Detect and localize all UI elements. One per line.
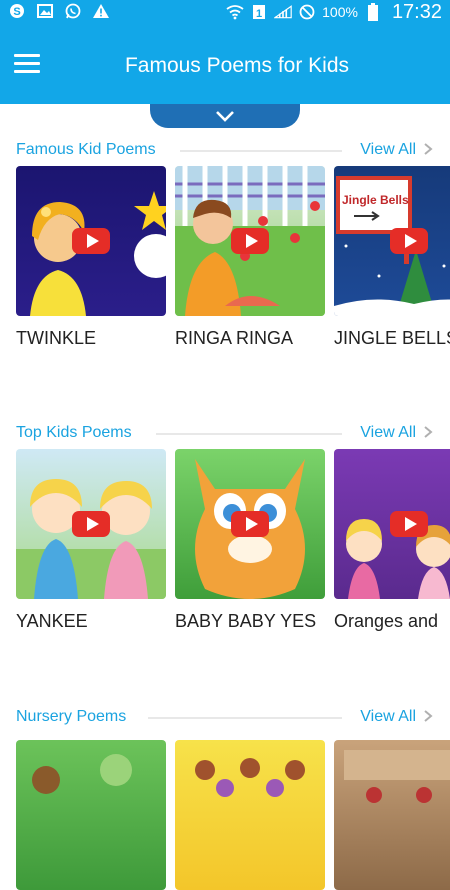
- poem-card[interactable]: [175, 740, 325, 890]
- section-famous-kid-poems: Famous Kid Poems View All TWINKLE RINGA …: [0, 136, 450, 348]
- section-header: Nursery Poems View All: [0, 703, 450, 733]
- poem-card-baby-baby-yes[interactable]: BABY BABY YES: [175, 449, 325, 632]
- wifi-icon: [226, 3, 244, 21]
- poem-card[interactable]: [334, 740, 450, 890]
- poem-thumbnail: [175, 449, 325, 599]
- image-icon: [36, 2, 54, 20]
- no-sound-icon: [298, 3, 316, 21]
- poem-thumbnail: Jingle Bells: [334, 166, 450, 316]
- chevron-right-icon: [424, 710, 433, 722]
- card-row: YANKEE BABY BABY YES Oranges and: [16, 449, 450, 632]
- skype-icon: S: [8, 2, 26, 20]
- chevron-right-icon: [424, 426, 433, 438]
- card-row: [16, 740, 450, 890]
- play-icon: [72, 228, 110, 254]
- battery-percent: 100%: [322, 4, 358, 20]
- poem-title: BABY BABY YES: [175, 611, 317, 631]
- poem-title: TWINKLE: [16, 328, 97, 348]
- poem-title: Oranges and: [334, 611, 439, 631]
- poem-thumbnail: [175, 166, 325, 316]
- chevron-down-icon: [216, 111, 234, 122]
- section-top-kids-poems: Top Kids Poems View All YANKEE BABY BABY…: [0, 419, 450, 631]
- view-all-link[interactable]: View All: [360, 141, 416, 159]
- signal-icon: [274, 3, 292, 21]
- view-all-link[interactable]: View All: [360, 424, 416, 442]
- section-title: Nursery Poems: [16, 708, 127, 725]
- section-header: Top Kids Poems View All: [0, 419, 450, 449]
- expand-tab[interactable]: [150, 104, 300, 128]
- warning-icon: [92, 2, 110, 20]
- poem-title: RINGA RINGA: [175, 328, 294, 348]
- poem-thumbnail: [334, 740, 450, 890]
- poem-title: YANKEE: [16, 611, 88, 631]
- poem-thumbnail: [16, 449, 166, 599]
- play-icon: [231, 228, 269, 254]
- poem-thumbnail: [16, 166, 166, 316]
- sim-icon: 1: [250, 3, 268, 21]
- clock: 17:32: [391, 0, 442, 23]
- app-bar: Famous Poems for Kids: [0, 24, 450, 104]
- poem-card-twinkle[interactable]: TWINKLE: [16, 166, 166, 349]
- section-divider: [148, 717, 342, 719]
- section-title: Famous Kid Poems: [16, 141, 156, 158]
- poem-card-yankee[interactable]: YANKEE: [16, 449, 166, 632]
- play-icon: [390, 511, 428, 537]
- section-divider: [180, 150, 342, 152]
- poem-thumbnail: [175, 740, 325, 890]
- battery-icon: [364, 3, 382, 21]
- card-row: TWINKLE RINGA RINGA Jingle Bells JINGLE …: [16, 166, 450, 349]
- thumbnail-caption: Jingle Bells: [342, 193, 409, 207]
- status-bar: S 1 100% 17:32: [0, 0, 450, 24]
- page-title: Famous Poems for Kids: [124, 54, 350, 77]
- poem-card-oranges-and[interactable]: Oranges and: [334, 449, 450, 632]
- section-title: Top Kids Poems: [16, 424, 132, 441]
- play-icon: [390, 228, 428, 254]
- svg-text:S: S: [13, 6, 20, 18]
- poem-title: JINGLE BELLS: [334, 328, 450, 348]
- poem-thumbnail: [16, 740, 166, 890]
- section-nursery-poems: Nursery Poems View All: [0, 703, 450, 890]
- poem-card-ringa-ringa[interactable]: RINGA RINGA: [175, 166, 325, 349]
- poem-card-jingle-bells[interactable]: Jingle Bells JINGLE BELLS: [334, 166, 450, 349]
- view-all-link[interactable]: View All: [360, 708, 416, 726]
- poem-thumbnail: [334, 449, 450, 599]
- svg-text:1: 1: [256, 8, 262, 20]
- poem-card[interactable]: [16, 740, 166, 890]
- whatsapp-icon: [64, 2, 82, 20]
- chevron-right-icon: [424, 143, 433, 155]
- section-header: Famous Kid Poems View All: [0, 136, 450, 166]
- section-divider: [156, 433, 342, 435]
- play-icon: [231, 511, 269, 537]
- play-icon: [72, 511, 110, 537]
